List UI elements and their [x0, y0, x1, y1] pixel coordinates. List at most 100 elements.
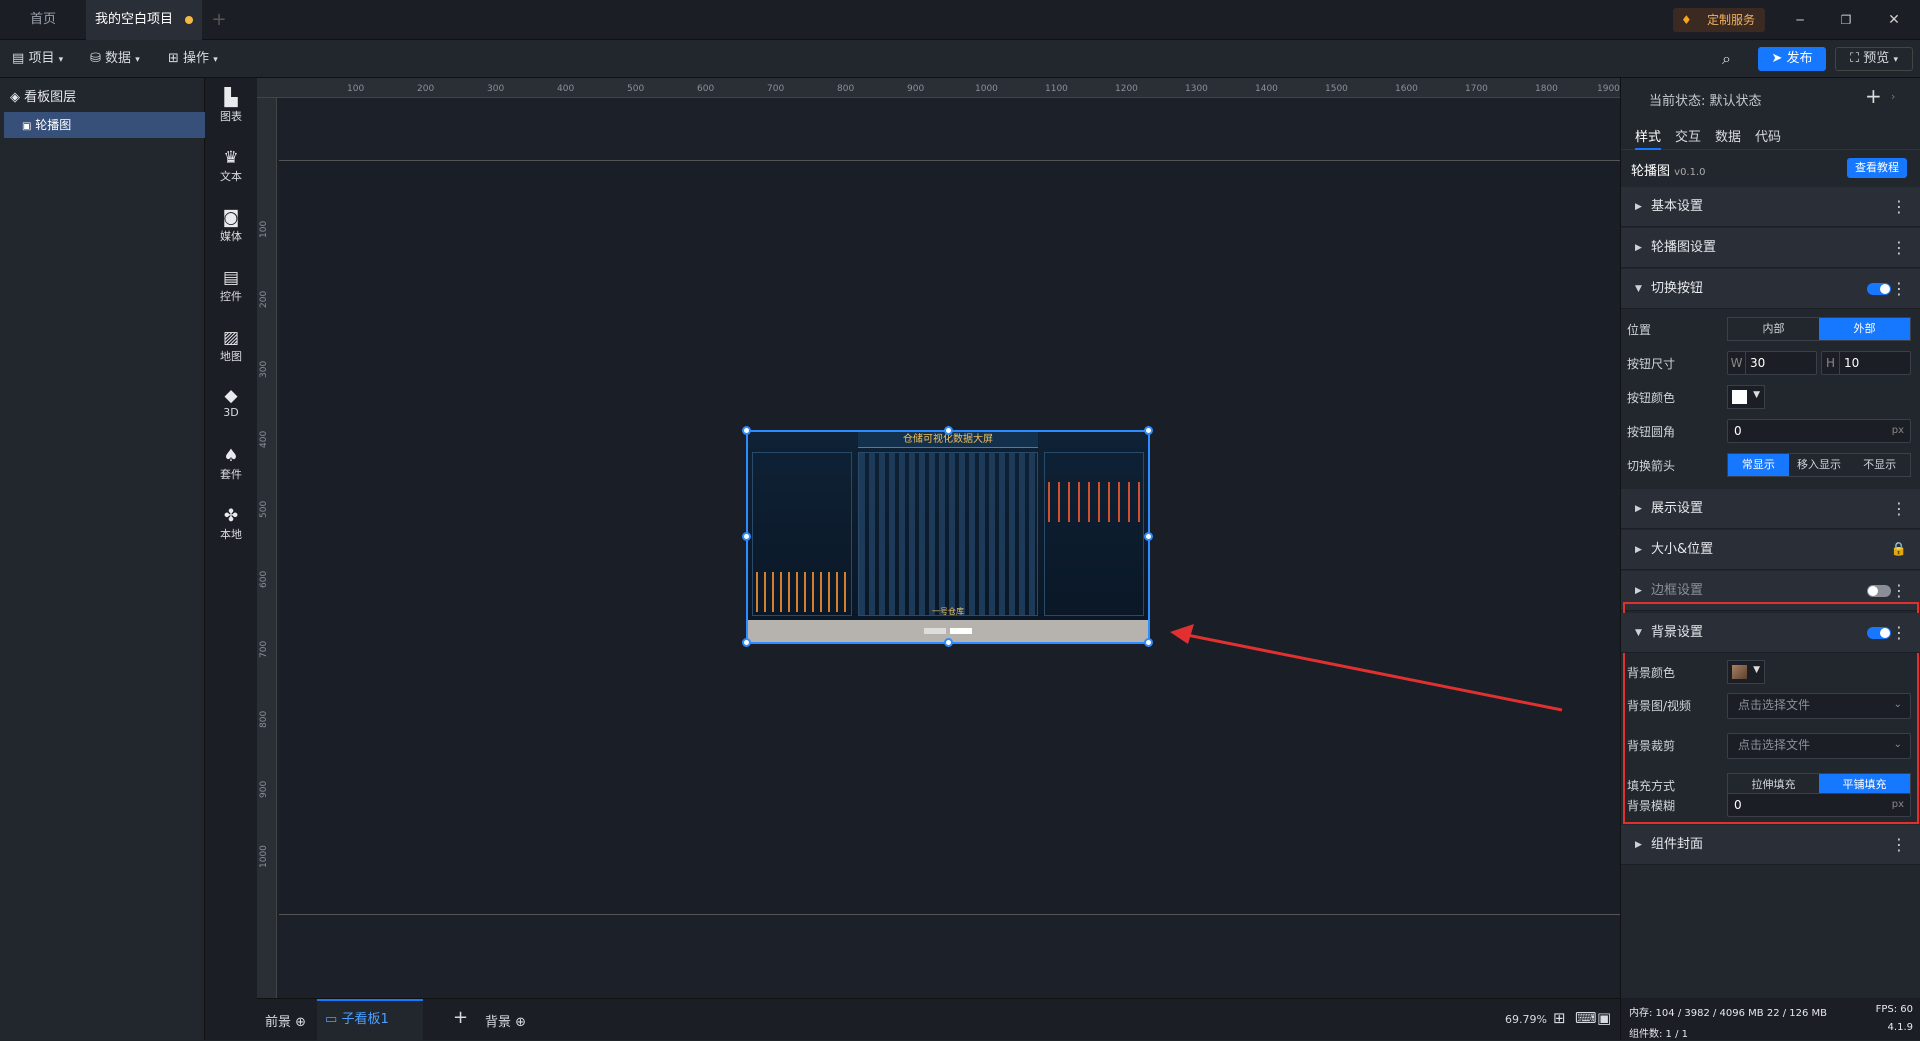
radius-value: 0: [1734, 424, 1742, 438]
resize-handle[interactable]: [944, 426, 953, 435]
section-display-label: 展示设置: [1651, 501, 1704, 516]
button-radius-input[interactable]: 0 px: [1727, 419, 1911, 443]
kit-icon: ♠: [223, 446, 239, 466]
blur-unit: px: [1891, 799, 1904, 810]
section-size-position[interactable]: ▶ 大小&位置 🔒: [1621, 530, 1920, 570]
sub-board-tab[interactable]: ▭ 子看板1: [317, 999, 423, 1041]
chart-category[interactable]: ▙ 图表: [205, 88, 257, 124]
3d-category[interactable]: ◆ 3D: [205, 386, 257, 419]
height-input[interactable]: H 10: [1821, 351, 1911, 375]
carousel-dot[interactable]: [924, 628, 946, 634]
resize-handle[interactable]: [1144, 532, 1153, 541]
section-basic[interactable]: ▶ 基本设置 ⋮: [1621, 187, 1920, 227]
radius-unit: px: [1891, 425, 1904, 436]
tab-home[interactable]: 首页: [0, 0, 86, 40]
control-category[interactable]: ▤ 控件: [205, 268, 257, 304]
height-value: 10: [1844, 356, 1860, 370]
more-icon[interactable]: ⋮: [1891, 825, 1907, 865]
resize-handle[interactable]: [1144, 426, 1153, 435]
text-category[interactable]: ♛ 文本: [205, 148, 257, 184]
publish-button[interactable]: ➤ 发布: [1758, 47, 1826, 71]
close-button[interactable]: ✕: [1874, 0, 1914, 40]
add-state-button[interactable]: +: [1865, 84, 1882, 108]
map-category[interactable]: ▨ 地图: [205, 328, 257, 364]
tab-project[interactable]: 我的空白项目: [86, 0, 202, 40]
button-color-picker[interactable]: ▼: [1727, 385, 1765, 409]
width-input[interactable]: W 30: [1727, 351, 1817, 375]
section-display[interactable]: ▶ 展示设置 ⋮: [1621, 489, 1920, 529]
media-category[interactable]: ◙ 媒体: [205, 208, 257, 244]
minimize-button[interactable]: ─: [1780, 0, 1820, 40]
tab-data[interactable]: 数据: [1715, 126, 1741, 145]
resize-handle[interactable]: [742, 638, 751, 647]
layer-panel-header: ◈ 看板图层: [10, 86, 76, 105]
tab-code[interactable]: 代码: [1755, 126, 1781, 145]
view-tutorial-button[interactable]: 查看教程: [1847, 158, 1907, 178]
custom-service-button[interactable]: ♦ 定制服务: [1673, 8, 1765, 32]
fit-screen-icon[interactable]: ⊞: [1553, 1009, 1566, 1027]
ruler-tick: 800: [259, 710, 269, 728]
annotation-arrow: [1170, 624, 1563, 712]
arrow-head: [1170, 624, 1194, 644]
terminal-icon[interactable]: ▣: [1597, 1009, 1611, 1027]
background-tab[interactable]: 背景 ⊕: [485, 1011, 526, 1030]
lock-icon[interactable]: 🔒: [1891, 530, 1907, 570]
custom-service-label: 定制服务: [1706, 13, 1755, 27]
bg-image-select[interactable]: 点击选择文件 ⌄: [1727, 693, 1911, 719]
section-carousel[interactable]: ▶ 轮播图设置 ⋮: [1621, 228, 1920, 268]
search-icon[interactable]: ⌕: [1722, 40, 1731, 78]
switch-button-toggle[interactable]: [1867, 283, 1891, 295]
kit-category[interactable]: ♠ 套件: [205, 446, 257, 482]
local-category[interactable]: ✤ 本地: [205, 506, 257, 542]
resize-handle[interactable]: [944, 638, 953, 647]
tab-interaction[interactable]: 交互: [1675, 126, 1701, 145]
border-toggle[interactable]: [1867, 585, 1891, 597]
more-icon[interactable]: ⋮: [1891, 228, 1907, 268]
section-switch-button[interactable]: ▼ 切换按钮 ⋮: [1621, 269, 1920, 309]
more-icon[interactable]: ⋮: [1891, 187, 1907, 227]
chevron-right-icon[interactable]: ›: [1891, 90, 1895, 103]
media-category-label: 媒体: [220, 230, 242, 243]
more-icon[interactable]: ⋮: [1891, 269, 1907, 309]
carousel-widget[interactable]: 仓储可视化数据大屏 一号仓库: [742, 426, 1153, 647]
more-icon[interactable]: ⋮: [1891, 489, 1907, 529]
project-menu[interactable]: ▤ 项目 ▾: [12, 40, 63, 78]
layer-panel-title: 看板图层: [24, 90, 77, 105]
section-background[interactable]: ▼ 背景设置 ⋮: [1621, 613, 1920, 653]
monitor-icon: ▭: [325, 1012, 338, 1027]
carousel-dot-active[interactable]: [950, 628, 972, 634]
restore-button[interactable]: ❐: [1826, 0, 1866, 40]
bg-blur-input[interactable]: 0 px: [1727, 793, 1911, 817]
operate-menu[interactable]: ⊞ 操作 ▾: [168, 40, 218, 78]
button-color-row: 按钮颜色 ▼: [1621, 380, 1920, 414]
arrow-always[interactable]: 常显示: [1728, 454, 1789, 476]
tab-style[interactable]: 样式: [1635, 126, 1662, 150]
arrow-hide[interactable]: 不显示: [1849, 454, 1910, 476]
height-prefix: H: [1822, 352, 1840, 374]
resize-handle[interactable]: [742, 532, 751, 541]
more-icon[interactable]: ⋮: [1891, 613, 1907, 653]
width-prefix: W: [1728, 352, 1746, 374]
position-inside[interactable]: 内部: [1728, 318, 1819, 340]
ruler-left: 100 200 300 400 500 600 700 800 900 1000: [257, 98, 277, 998]
bg-color-picker[interactable]: ▼: [1727, 660, 1765, 684]
add-tab-button[interactable]: +: [206, 0, 232, 40]
foreground-tab[interactable]: 前景 ⊕: [265, 1011, 306, 1030]
add-board-button[interactable]: +: [453, 1007, 468, 1028]
background-toggle[interactable]: [1867, 627, 1891, 639]
caret-right-icon: ▶: [1635, 504, 1642, 514]
section-cover[interactable]: ▶ 组件封面 ⋮: [1621, 825, 1920, 865]
bg-crop-select[interactable]: 点击选择文件 ⌄: [1727, 733, 1911, 759]
ruler-tick: 300: [487, 84, 505, 94]
position-outside[interactable]: 外部: [1819, 318, 1910, 340]
caret-right-icon: ▶: [1635, 545, 1642, 555]
resize-handle[interactable]: [742, 426, 751, 435]
keyboard-icon[interactable]: ⌨: [1575, 1009, 1597, 1027]
arrow-hover[interactable]: 移入显示: [1789, 454, 1850, 476]
layer-item[interactable]: ▣ 轮播图: [4, 112, 205, 138]
resize-handle[interactable]: [1144, 638, 1153, 647]
preview-button[interactable]: ⛶ 预览 ▾: [1835, 47, 1913, 71]
preview-footer: 一号仓库: [932, 607, 964, 616]
data-menu[interactable]: ⛁ 数据 ▾: [90, 40, 140, 78]
layer-item-label: 轮播图: [35, 118, 72, 132]
